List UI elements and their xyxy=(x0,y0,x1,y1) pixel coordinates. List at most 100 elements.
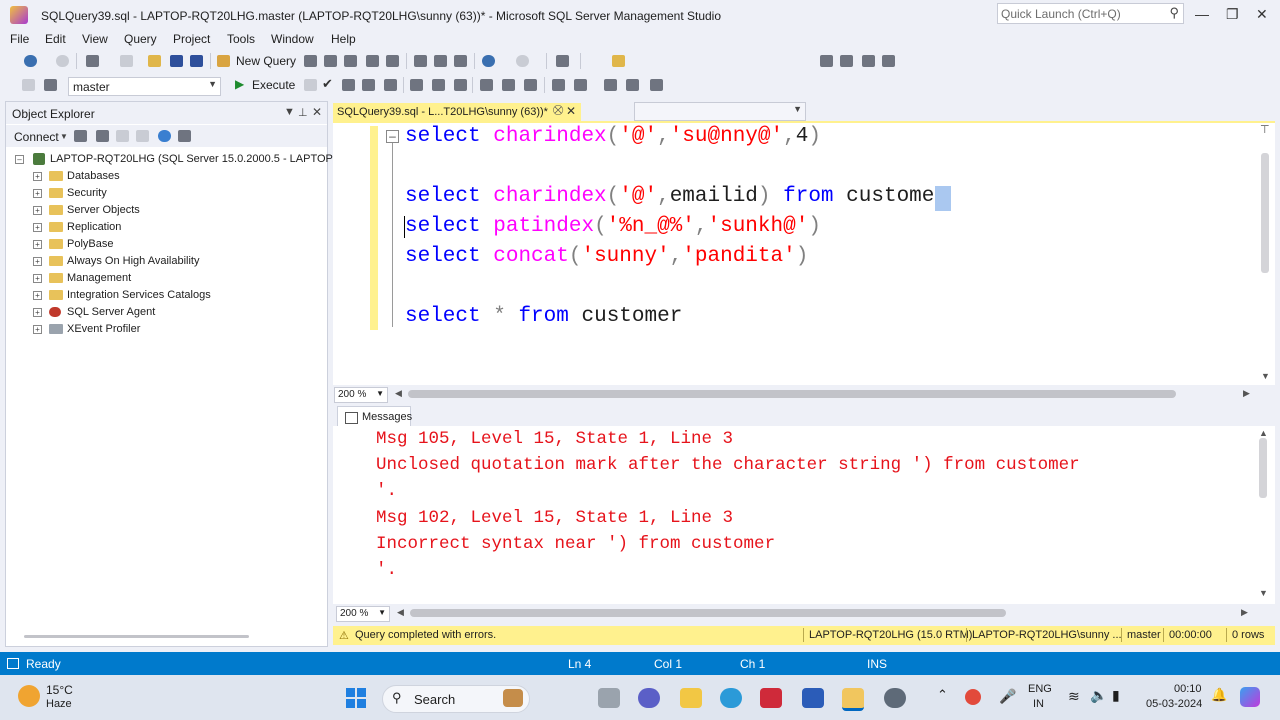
find-combo[interactable]: ▼ xyxy=(634,102,806,121)
undo-icon[interactable] xyxy=(482,55,495,67)
redo-icon[interactable] xyxy=(516,55,529,67)
connect-explorer-icon[interactable] xyxy=(74,130,87,142)
new-query-icon[interactable] xyxy=(217,55,230,67)
add-item-icon[interactable] xyxy=(120,55,133,67)
expand-icon[interactable]: + xyxy=(33,223,42,232)
menu-edit[interactable]: Edit xyxy=(45,32,66,46)
xmla-query-icon[interactable] xyxy=(344,55,357,67)
tree-node[interactable]: + Always On High Availability xyxy=(6,253,326,270)
scroll-left-icon[interactable]: ◀ xyxy=(397,607,404,618)
dax-query-icon[interactable] xyxy=(366,55,379,67)
tab-messages[interactable]: Messages xyxy=(337,406,412,427)
find-in-files-icon[interactable] xyxy=(612,55,625,67)
outline-collapse-icon[interactable]: – xyxy=(386,130,399,143)
save-all-icon[interactable] xyxy=(190,55,203,67)
quick-launch-input[interactable]: Quick Launch (Ctrl+Q) ⚲ xyxy=(997,3,1184,24)
close-icon[interactable]: ✕ xyxy=(312,105,322,119)
stop-icon[interactable] xyxy=(116,130,129,142)
tree-node[interactable]: + Replication xyxy=(6,219,326,236)
obs-icon[interactable] xyxy=(884,688,906,708)
collapse-icon[interactable]: – xyxy=(15,155,24,164)
live-stats-icon[interactable] xyxy=(432,79,445,91)
execute-button[interactable]: Execute xyxy=(252,78,295,92)
microphone-icon[interactable]: 🎤 xyxy=(999,688,1016,705)
cut-icon[interactable] xyxy=(414,55,427,67)
tree-node[interactable]: + Integration Services Catalogs xyxy=(6,287,326,304)
volume-icon[interactable]: 🔈 xyxy=(1090,687,1107,704)
forward-icon[interactable] xyxy=(56,55,69,67)
mdx-query-icon[interactable] xyxy=(304,55,317,67)
menu-file[interactable]: File xyxy=(10,32,29,46)
editor-vertical-scrollbar[interactable]: ⊤ ▼ xyxy=(1256,123,1275,385)
split-icon[interactable]: ⊤ xyxy=(1260,123,1270,136)
menu-query[interactable]: Query xyxy=(124,32,157,46)
task-view-icon[interactable] xyxy=(598,688,620,708)
refresh-icon[interactable] xyxy=(158,130,171,142)
tab-sqlquery39[interactable]: SQLQuery39.sql - L...T20LHG\sunny (63))*… xyxy=(333,103,581,121)
messages-zoom-select[interactable]: 200 % ▼ xyxy=(336,606,390,622)
edge-icon[interactable] xyxy=(720,688,742,708)
analysis-query-icon[interactable] xyxy=(386,55,399,67)
tray-app-icon[interactable] xyxy=(965,689,981,705)
chevron-up-icon[interactable]: ⌃ xyxy=(937,687,948,703)
messages-vertical-scrollbar[interactable]: ▲ ▼ xyxy=(1254,428,1273,602)
comment-icon[interactable] xyxy=(552,79,565,91)
include-actual-plan-icon[interactable] xyxy=(410,79,423,91)
dropdown-icon[interactable]: ▼ xyxy=(284,106,295,118)
battery-icon[interactable]: ▮ xyxy=(1112,687,1120,704)
increase-indent-icon[interactable] xyxy=(626,79,639,91)
tree-node[interactable]: + SQL Server Agent xyxy=(6,304,326,321)
scroll-right-icon[interactable]: ▶ xyxy=(1243,388,1250,399)
close-icon[interactable]: ✕ xyxy=(566,104,576,118)
cancel-query-icon[interactable] xyxy=(304,79,317,91)
activity-icon[interactable] xyxy=(178,130,191,142)
results-to-file-icon[interactable] xyxy=(524,79,537,91)
window-layout-icon[interactable] xyxy=(882,55,895,67)
taskbar-search[interactable]: ⚲ Search xyxy=(382,685,530,713)
minimize-icon[interactable]: — xyxy=(1195,6,1209,22)
available-databases-select[interactable]: master ▼ xyxy=(68,77,221,96)
expand-icon[interactable]: + xyxy=(33,172,42,181)
menu-window[interactable]: Window xyxy=(271,32,314,46)
tree-node[interactable]: + Server Objects xyxy=(6,202,326,219)
language-2[interactable]: IN xyxy=(1033,698,1044,710)
uncomment-icon[interactable] xyxy=(574,79,587,91)
scroll-left-icon[interactable]: ◀ xyxy=(395,388,402,399)
ssms-taskbar-icon[interactable] xyxy=(842,688,864,711)
scroll-right-icon[interactable]: ▶ xyxy=(1241,607,1248,618)
clock-date[interactable]: 05-03-2024 xyxy=(1146,698,1202,710)
filter-icon[interactable] xyxy=(136,130,149,142)
tree-node[interactable]: + Management xyxy=(6,270,326,287)
results-to-text-icon[interactable] xyxy=(480,79,493,91)
language-1[interactable]: ENG xyxy=(1028,683,1052,695)
file-explorer-icon[interactable] xyxy=(680,688,702,708)
tree-node[interactable]: + Security xyxy=(6,185,326,202)
weather-icon[interactable] xyxy=(18,685,40,707)
messages-pane[interactable]: Msg 105, Level 15, State 1, Line 3 Unclo… xyxy=(333,426,1275,604)
scroll-thumb[interactable] xyxy=(1259,438,1267,498)
object-explorer-horizontal-scrollbar[interactable] xyxy=(24,635,249,638)
toolbox-icon[interactable] xyxy=(862,55,875,67)
scroll-thumb[interactable] xyxy=(1261,153,1269,273)
execute-icon[interactable]: ▶ xyxy=(235,77,244,91)
expand-icon[interactable]: + xyxy=(33,206,42,215)
client-stats-icon[interactable] xyxy=(454,79,467,91)
expand-icon[interactable]: + xyxy=(33,274,42,283)
new-project-icon[interactable] xyxy=(86,55,99,67)
menu-help[interactable]: Help xyxy=(331,32,356,46)
scroll-down-icon[interactable]: ▼ xyxy=(1261,371,1270,381)
menu-view[interactable]: View xyxy=(82,32,108,46)
messages-horizontal-scrollbar[interactable] xyxy=(410,609,1006,617)
dmx-query-icon[interactable] xyxy=(324,55,337,67)
scroll-up-icon[interactable]: ▲ xyxy=(1259,428,1268,438)
start-icon[interactable] xyxy=(346,688,366,708)
solution-explorer-icon[interactable] xyxy=(820,55,833,67)
save-icon[interactable] xyxy=(170,55,183,67)
expand-icon[interactable]: + xyxy=(33,240,42,249)
connect-icon[interactable] xyxy=(22,79,35,91)
parse-check-icon[interactable]: ✔ xyxy=(322,76,333,92)
expand-icon[interactable]: + xyxy=(33,257,42,266)
results-to-grid-icon[interactable] xyxy=(502,79,515,91)
decrease-indent-icon[interactable] xyxy=(604,79,617,91)
expand-icon[interactable]: + xyxy=(33,189,42,198)
